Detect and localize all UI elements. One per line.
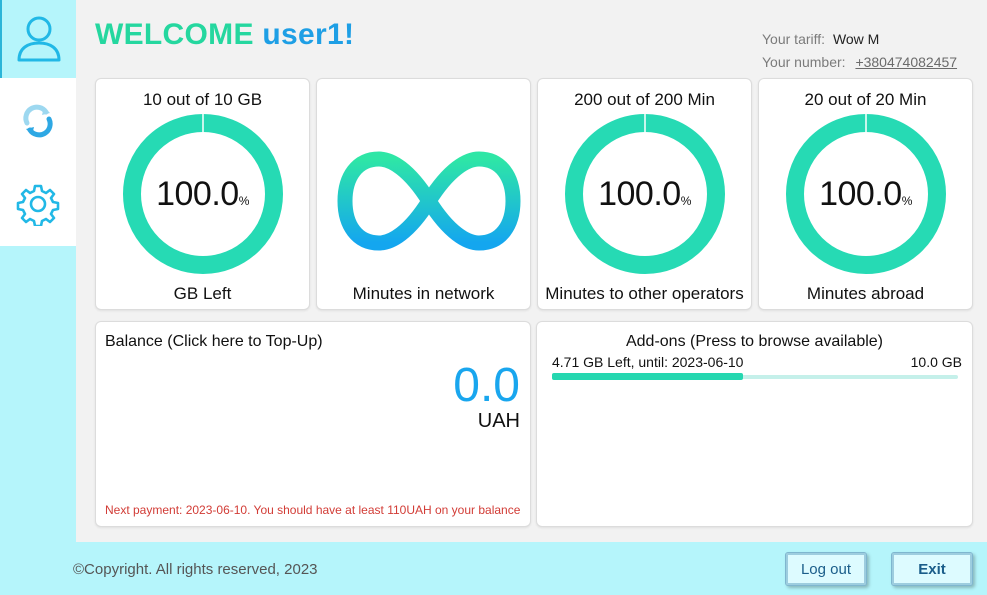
main-panel: WELCOME user1! Your tariff: Wow M Your n… [76,0,987,542]
welcome-username: user1 [262,18,344,51]
card-minutes-other-operators: 200 out of 200 Min 100.0% Minutes to oth… [537,78,752,310]
gear-icon [16,184,60,226]
sidebar-item-profile[interactable] [0,0,76,78]
tariff-label: Your tariff: [762,31,826,47]
balance-currency: UAH [477,410,520,432]
sidebar-item-sync[interactable] [0,80,76,162]
card-title: 20 out of 20 Min [804,90,927,109]
balance-card[interactable]: Balance (Click here to Top-Up) 0.0 UAH N… [95,321,531,527]
payment-note: Next payment: 2023-06-10. You should hav… [105,503,521,517]
balance-title: Balance (Click here to Top-Up) [105,333,323,350]
tariff-info: Your tariff: Wow M [762,31,879,47]
addon-progress-fill [552,373,743,380]
balance-amount: 0.0 [453,359,520,412]
tariff-value: Wow M [832,31,880,47]
addon-remaining-label: 4.71 GB Left, until: 2023-06-10 [552,354,744,370]
card-footer: Minutes to other operators [545,284,744,303]
welcome-word: WELCOME [95,18,254,51]
percent-value: 100.0% [156,175,249,213]
welcome-heading: WELCOME user1! [95,18,354,52]
card-title: 200 out of 200 Min [574,90,715,109]
phone-number-link[interactable]: +380474082457 [855,54,957,70]
exit-button[interactable]: Exit [891,552,973,586]
number-label: Your number: [762,54,846,70]
card-footer: Minutes abroad [806,284,925,303]
addons-title: Add-ons (Press to browse available) [625,333,883,350]
infinity-icon [337,151,521,251]
card-footer: Minutes in network [352,284,495,303]
user-icon [17,16,61,62]
addons-card[interactable]: Add-ons (Press to browse available) 4.71… [536,321,973,527]
card-footer: GB Left [173,284,232,303]
sidebar [0,0,76,246]
number-info: Your number: +380474082457 [762,54,957,70]
card-minutes-network: Minutes in network [316,78,531,310]
sidebar-item-settings[interactable] [0,162,76,246]
logout-button[interactable]: Log out [785,552,867,586]
addon-total-label: 10.0 GB [910,354,962,370]
sync-icon [23,104,53,138]
card-minutes-abroad: 20 out of 20 Min 100.0% Minutes abroad [758,78,973,310]
card-title: 10 out of 10 GB [142,90,263,109]
card-gb-left: 10 out of 10 GB 100.0% GB Left [95,78,310,310]
welcome-exclamation: ! [343,18,355,51]
percent-value: 100.0% [819,175,912,213]
percent-value: 100.0% [598,175,691,213]
copyright-text: ©Copyright. All rights reserved, 2023 [73,561,318,578]
